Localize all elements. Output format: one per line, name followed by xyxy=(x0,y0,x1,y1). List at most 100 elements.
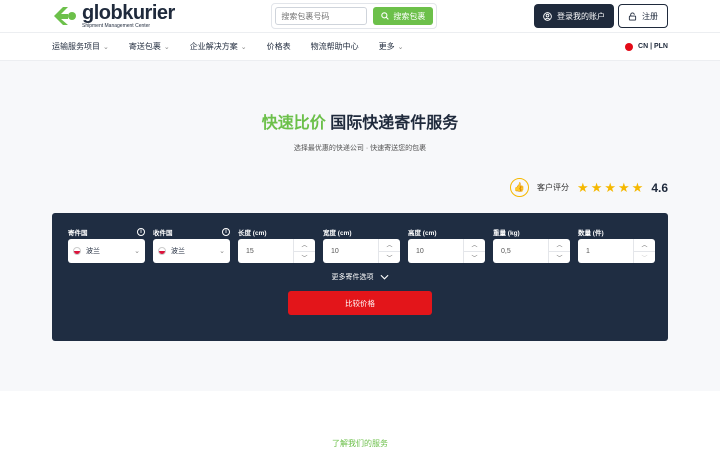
flag-icon xyxy=(73,247,81,255)
width-stepper: ︿ ﹀ xyxy=(378,239,400,263)
nav-item-send[interactable]: 寄送包裹 ⌄ xyxy=(129,41,170,52)
chevron-down-icon[interactable]: ﹀ xyxy=(464,250,485,264)
page-subtitle: 选择最优惠的快递公司 · 快速寄送您的包裹 xyxy=(293,145,427,152)
chevron-down-icon[interactable]: ﹀ xyxy=(549,250,570,264)
weight-stepper: ︿ ﹀ xyxy=(548,239,570,263)
chevron-up-icon[interactable]: ︿ xyxy=(464,239,485,251)
rating-stars: ★ ★ ★ ★ ★ xyxy=(577,181,643,194)
length-input[interactable]: 15 ︿ ﹀ xyxy=(238,239,315,263)
quantity-field: 数量 (件) 1 ︿ ﹀ xyxy=(578,225,655,263)
login-label: 登录我的账户 xyxy=(556,11,605,21)
chevron-down-icon xyxy=(380,274,388,280)
weight-input[interactable]: 0,5 ︿ ﹀ xyxy=(493,239,570,263)
logo-icon xyxy=(54,7,76,25)
width-field: 宽度 (cm) 10 ︿ ﹀ xyxy=(323,225,400,263)
login-button[interactable]: 登录我的账户 xyxy=(533,4,614,28)
star-icon: ★ xyxy=(577,180,589,195)
chevron-up-icon[interactable]: ︿ xyxy=(379,239,400,251)
register-label: 注册 xyxy=(641,11,658,21)
chevron-up-icon[interactable]: ︿ xyxy=(634,239,655,251)
logo[interactable]: globkurier Shipment Management Center xyxy=(52,3,175,29)
logo-tagline: Shipment Management Center xyxy=(82,23,151,29)
rating-label: 客户评分 xyxy=(537,183,570,192)
quantity-stepper: ︿ ﹀ xyxy=(633,239,655,263)
page-title: 快速比价 国际快递寄件服务 xyxy=(0,61,720,133)
main-nav: 运输服务项目 ⌄ 寄送包裹 ⌄ 企业解决方案 ⌄ 价格表 物流帮助中心 更多 ⌄ CN … xyxy=(0,32,720,61)
weight-field: 重量 (kg) 0,5 ︿ ﹀ xyxy=(493,225,570,263)
height-stepper: ︿ ﹀ xyxy=(463,239,485,263)
nav-label: 更多 xyxy=(378,42,395,51)
register-button[interactable]: 注册 xyxy=(617,4,668,28)
nav-item-more[interactable]: 更多 ⌄ xyxy=(379,41,404,52)
nav-label: 价格表 xyxy=(266,42,291,51)
nav-item-services[interactable]: 运输服务项目 ⌄ xyxy=(52,41,109,52)
quantity-input[interactable]: 1 ︿ ﹀ xyxy=(578,239,655,263)
tracking-search-button[interactable]: 搜索包裹 xyxy=(373,7,434,25)
compare-prices-button[interactable]: 比较价格 xyxy=(288,291,432,315)
flag-icon xyxy=(158,247,166,255)
height-field: 高度 (cm) 10 ︿ ﹀ xyxy=(408,225,485,263)
lock-icon xyxy=(628,11,637,21)
to-country-label: 收件国 xyxy=(153,229,173,237)
length-stepper: ︿ ﹀ xyxy=(293,239,315,263)
chevron-up-icon[interactable]: ︿ xyxy=(294,239,315,251)
nav-label: 企业解决方案 xyxy=(189,42,238,51)
chevron-down-icon[interactable]: ﹀ xyxy=(634,250,655,264)
title-accent: 快速比价 xyxy=(261,115,326,132)
length-value: 15 xyxy=(246,247,254,255)
info-icon[interactable]: i xyxy=(222,227,230,236)
to-country-field: 收件国 i 波兰 ⌄ xyxy=(153,225,230,263)
width-label: 宽度 (cm) xyxy=(323,229,352,237)
chevron-down-icon: ⌄ xyxy=(134,248,140,255)
nav-item-help[interactable]: 物流帮助中心 xyxy=(311,41,359,52)
chevron-up-icon[interactable]: ︿ xyxy=(549,239,570,251)
to-country-value: 波兰 xyxy=(171,248,185,255)
language-label: CN | PLN xyxy=(638,43,668,50)
more-options-label: 更多寄件选项 xyxy=(331,274,374,281)
search-icon xyxy=(381,12,390,20)
rating-score: 4.6 xyxy=(651,180,668,195)
from-country-field: 寄件国 i 波兰 ⌄ xyxy=(68,225,145,263)
tracking-search-label: 搜索包裹 xyxy=(393,11,426,21)
from-country-label: 寄件国 xyxy=(68,229,88,237)
user-icon xyxy=(543,11,552,21)
from-country-value: 波兰 xyxy=(86,248,100,255)
star-icon: ★ xyxy=(618,180,630,195)
length-label: 长度 (cm) xyxy=(238,229,267,237)
weight-value: 0,5 xyxy=(501,247,511,255)
chevron-down-icon: ⌄ xyxy=(219,248,225,255)
quote-form: 寄件国 i 波兰 ⌄ 收件国 i 波兰 ⌄ 长度 (cm) 15 ︿ ﹀ 宽度 … xyxy=(52,213,668,341)
chevron-down-icon: ⌄ xyxy=(240,43,247,51)
services-link[interactable]: 了解我们的服务 xyxy=(0,438,720,449)
customer-rating: 👍 客户评分 ★ ★ ★ ★ ★ 4.6 xyxy=(510,178,668,197)
top-bar: globkurier Shipment Management Center 搜索… xyxy=(0,0,720,32)
chevron-down-icon[interactable]: ﹀ xyxy=(294,250,315,264)
quantity-value: 1 xyxy=(586,247,590,255)
length-field: 长度 (cm) 15 ︿ ﹀ xyxy=(238,225,315,263)
nav-item-prices[interactable]: 价格表 xyxy=(267,41,291,52)
star-icon: ★ xyxy=(604,180,616,195)
tracking-search: 搜索包裹 xyxy=(271,3,438,29)
info-icon[interactable]: i xyxy=(137,227,145,236)
nav-label: 寄送包裹 xyxy=(128,42,161,51)
chevron-down-icon: ⌄ xyxy=(163,43,170,51)
weight-label: 重量 (kg) xyxy=(493,229,520,237)
width-value: 10 xyxy=(331,247,339,255)
tracking-search-input[interactable] xyxy=(275,7,368,25)
height-label: 高度 (cm) xyxy=(408,229,437,237)
width-input[interactable]: 10 ︿ ﹀ xyxy=(323,239,400,263)
chevron-down-icon[interactable]: ﹀ xyxy=(379,250,400,264)
chevron-down-icon: ⌄ xyxy=(397,43,404,51)
hero-section: 快速比价 国际快递寄件服务 选择最优惠的快递公司 · 快速寄送您的包裹 👍 客户… xyxy=(0,61,720,391)
language-currency-switcher[interactable]: CN | PLN xyxy=(625,42,668,51)
nav-item-business[interactable]: 企业解决方案 ⌄ xyxy=(190,41,247,52)
more-options-toggle[interactable]: 更多寄件选项 xyxy=(68,272,652,282)
nav-label: 运输服务项目 xyxy=(52,42,100,51)
height-input[interactable]: 10 ︿ ﹀ xyxy=(408,239,485,263)
title-rest: 国际快递寄件服务 xyxy=(330,115,459,132)
to-country-select[interactable]: 波兰 ⌄ xyxy=(153,239,230,263)
quantity-label: 数量 (件) xyxy=(578,229,604,237)
thumbs-up-icon: 👍 xyxy=(510,178,530,197)
from-country-select[interactable]: 波兰 ⌄ xyxy=(68,239,145,263)
nav-label: 物流帮助中心 xyxy=(310,42,359,51)
